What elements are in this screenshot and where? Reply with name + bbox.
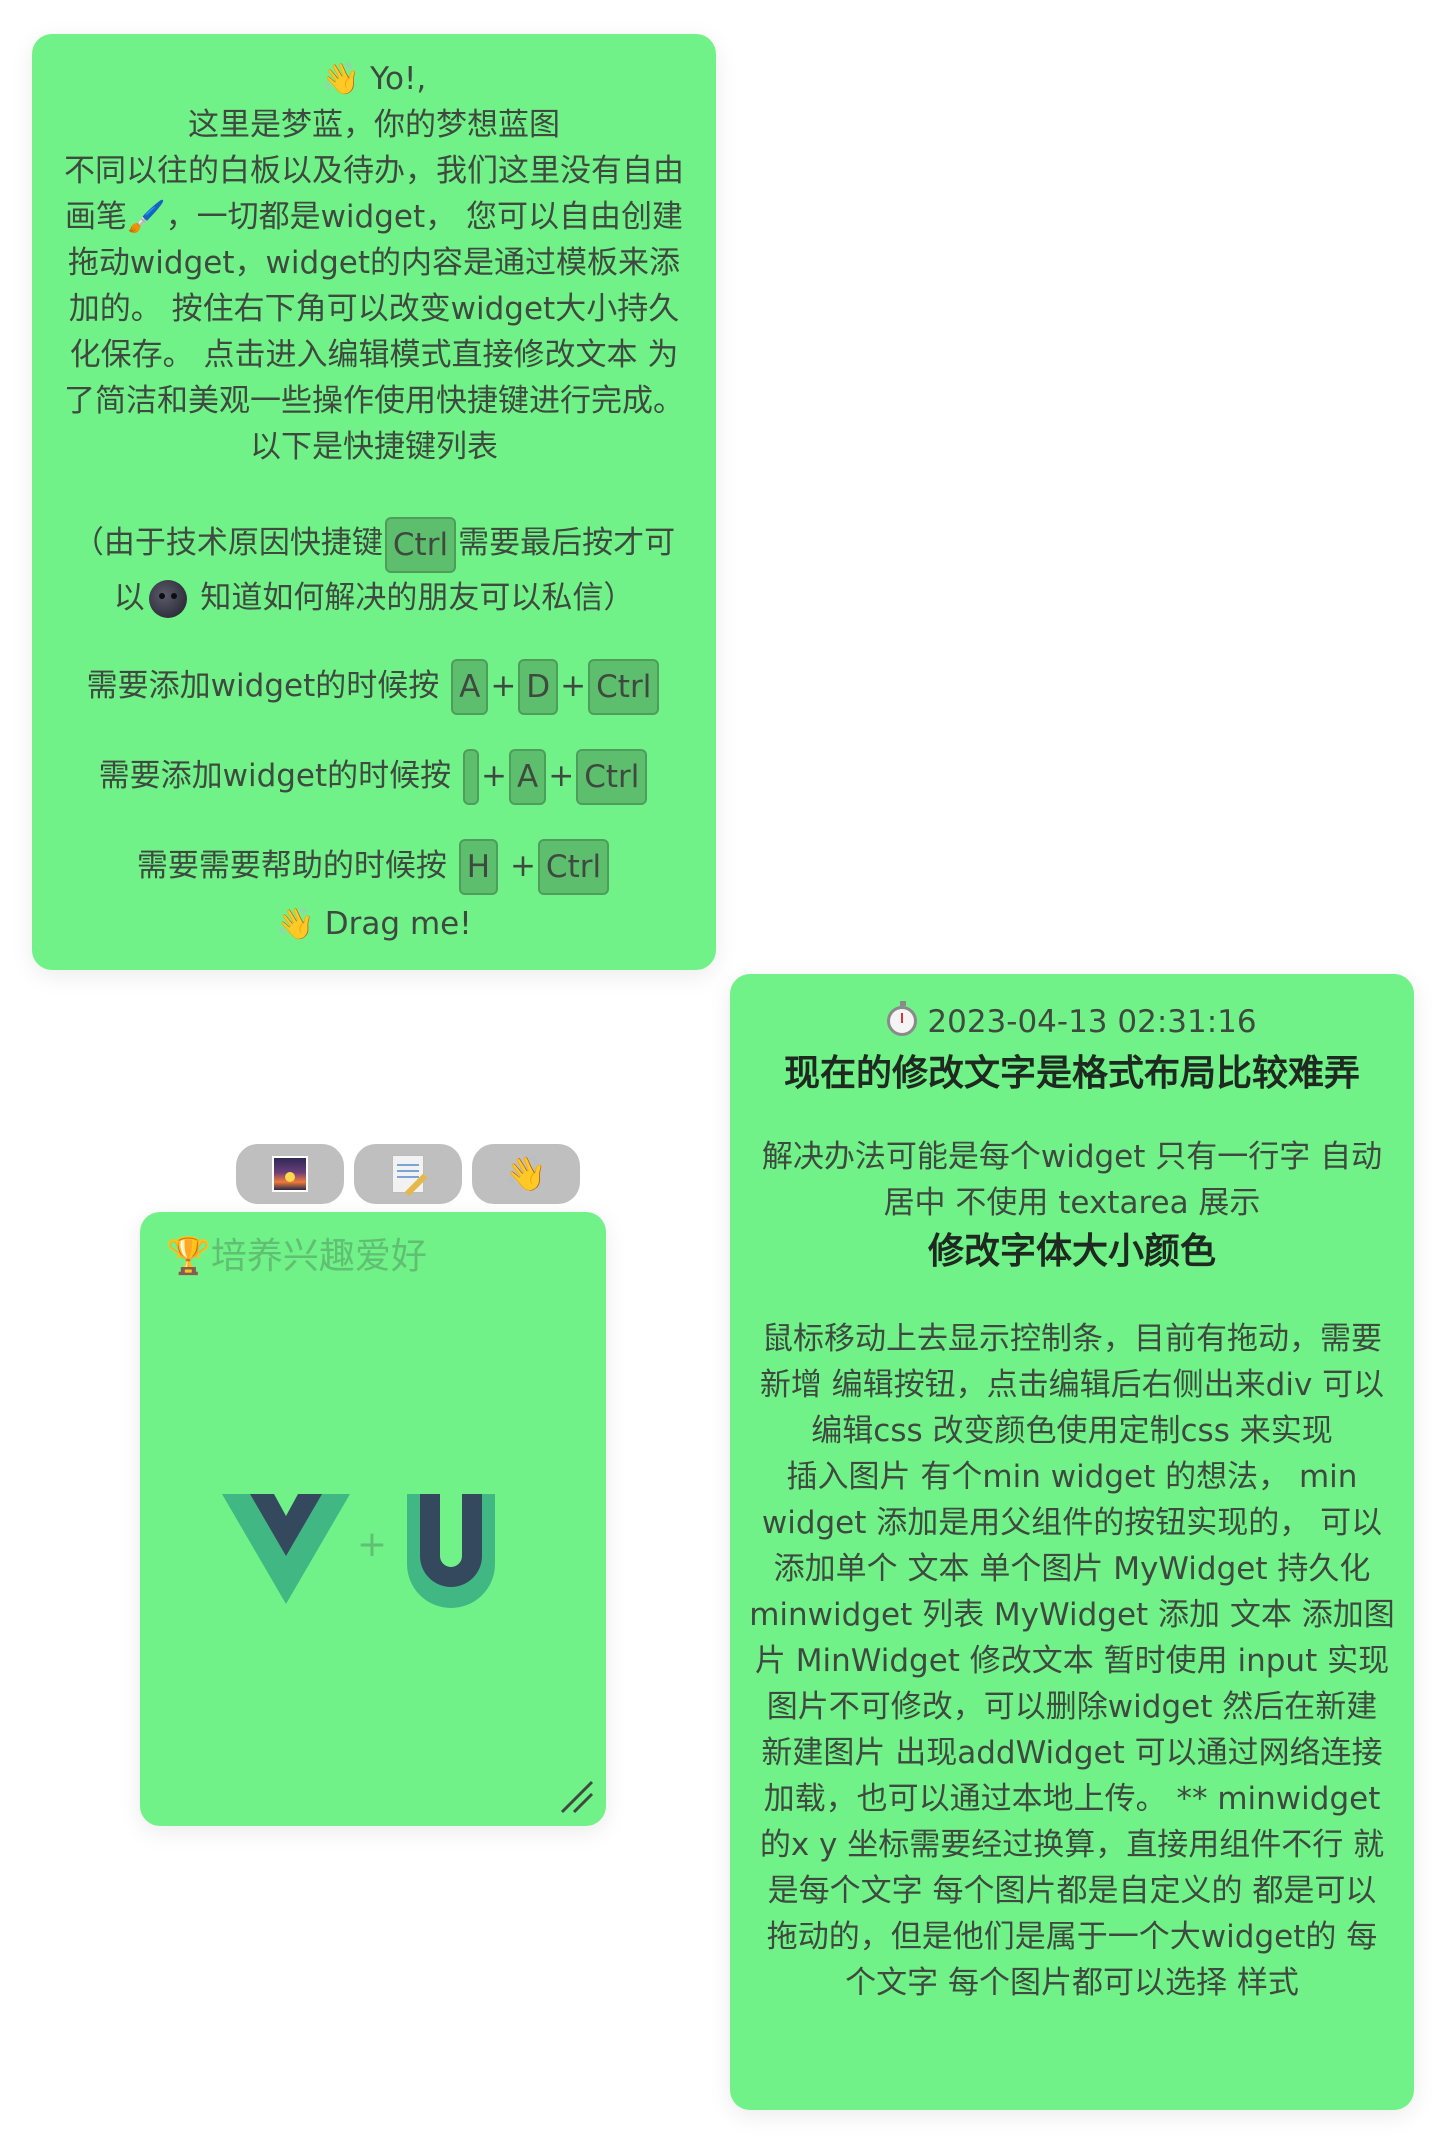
image-icon bbox=[272, 1156, 308, 1192]
intro-widget[interactable]: 👋 Yo!, 这里是梦蓝，你的梦想蓝图 不同以往的白板以及待办，我们这里没有自由… bbox=[32, 34, 716, 970]
notes-line: 图片不可修改，可以删除widget 然后在新建 bbox=[766, 1689, 1378, 1725]
edit-button[interactable] bbox=[354, 1144, 462, 1204]
add-image-button[interactable] bbox=[236, 1144, 344, 1204]
notes-line: 鼠标移动上去显示控制条，目前有拖动，需要 bbox=[762, 1321, 1382, 1357]
key-a: A bbox=[509, 749, 547, 805]
notes-line: 编辑css 改变颜色使用定制css 来实现 bbox=[811, 1413, 1333, 1449]
intro-line: 画笔🖌️，一切都是widget， 您可以自由创建 bbox=[64, 199, 683, 235]
shortcut-row: 需要添加widget的时候按 + A + Ctrl bbox=[50, 731, 698, 821]
greeting-text: 👋 Yo!, bbox=[321, 61, 427, 97]
intro-line: 拖动widget，widget的内容是通过模板来添 bbox=[67, 245, 681, 281]
new-moon-face-icon bbox=[148, 580, 187, 618]
notes-paragraph: 鼠标移动上去显示控制条，目前有拖动，需要 新增 编辑按钮，点击编辑后右侧出来di… bbox=[748, 1316, 1396, 2006]
notes-line: 新增 编辑按钮，点击编辑后右侧出来div 可以 bbox=[759, 1367, 1385, 1403]
notes-line: 添加单个 文本 单个图片 MyWidget 持久化 bbox=[773, 1551, 1371, 1587]
shortcut-label: 需要添加widget的时候按 bbox=[86, 667, 440, 704]
key-blank bbox=[463, 749, 480, 805]
notes-heading: 现在的修改文字是格式布局比较难弄 bbox=[783, 1052, 1360, 1094]
logo-plus: + bbox=[357, 1524, 387, 1565]
shortcut-row: 需要需要帮助的时候按 H + Ctrl bbox=[50, 821, 698, 911]
key-d: D bbox=[518, 659, 559, 715]
notes-line: 居中 不使用 textarea 展示 bbox=[883, 1185, 1261, 1221]
waving-hand-icon: 👋 bbox=[504, 1154, 548, 1194]
note-text: 以 bbox=[113, 579, 145, 616]
notes-line: 片 MinWidget 修改文本 暂时使用 input 实现 bbox=[754, 1643, 1390, 1679]
shortcut-label: 需要需要帮助的时候按 bbox=[136, 847, 447, 884]
notes-line: minwidget 列表 MyWidget 添加 文本 添加图 bbox=[749, 1597, 1395, 1633]
uno-logo-inner bbox=[420, 1494, 482, 1587]
intro-line: 化保存。 点击进入编辑模式直接修改文本 为 bbox=[69, 337, 679, 373]
shortcut-label: 需要添加widget的时候按 bbox=[98, 757, 452, 794]
shortcut-note-line2: 以 知道如何解决的朋友可以私信） bbox=[50, 573, 698, 623]
memo-icon bbox=[392, 1155, 424, 1193]
timestamp-text: 2023-04-13 02:31:16 bbox=[927, 1004, 1257, 1040]
notes-line: 的x y 坐标需要经过换算，直接用组件不行 就 bbox=[759, 1827, 1385, 1863]
notes-line: widget 添加是用父组件的按钮实现的， 可以 bbox=[761, 1505, 1383, 1541]
notes-line: 拖动的，但是他们是属于一个大widget的 每 bbox=[766, 1919, 1378, 1955]
intro-line: 以下是快捷键列表 bbox=[250, 429, 498, 465]
intro-line: 这里是梦蓝，你的梦想蓝图 bbox=[188, 107, 560, 143]
widget-toolbar: 👋 bbox=[236, 1144, 582, 1204]
note-text: （由于技术原因快捷键 bbox=[72, 525, 383, 561]
key-ctrl: Ctrl bbox=[588, 659, 660, 715]
notes-line: 插入图片 有个min widget 的想法， min bbox=[786, 1459, 1358, 1495]
notes-widget[interactable]: 2023-04-13 02:31:16 现在的修改文字是格式布局比较难弄 解决办… bbox=[730, 974, 1414, 2110]
plus-sign: + bbox=[548, 757, 575, 794]
notes-heading: 修改字体大小颜色 bbox=[927, 1230, 1216, 1272]
notes-line: 新建图片 出现addWidget 可以通过网络连接 bbox=[761, 1735, 1383, 1771]
plus-sign: + bbox=[490, 667, 517, 704]
notes-paragraph: 解决办法可能是每个widget 只有一行字 自动 居中 不使用 textarea… bbox=[748, 1134, 1396, 1226]
hobby-widget[interactable]: 🏆培养兴趣爱好 + bbox=[140, 1212, 606, 1826]
key-ctrl: Ctrl bbox=[537, 839, 610, 895]
plus-sign: + bbox=[560, 667, 587, 704]
notes-line: 个文字 每个图片都可以选择 样式 bbox=[845, 1965, 1299, 2001]
stopwatch-icon bbox=[887, 1001, 918, 1036]
notes-line: 是每个文字 每个图片都是自定义的 都是可以 bbox=[767, 1873, 1377, 1909]
plus-sign: + bbox=[481, 757, 508, 794]
drag-button[interactable]: 👋 bbox=[472, 1144, 580, 1204]
ctrl-key: Ctrl bbox=[384, 516, 457, 573]
intro-line: 加的。 按住右下角可以改变widget大小持久 bbox=[68, 291, 680, 327]
notes-line: 解决办法可能是每个widget 只有一行字 自动 bbox=[761, 1139, 1383, 1175]
key-h: H bbox=[458, 839, 499, 895]
notes-line: 加载，也可以通过本地上传。 ** minwidget bbox=[763, 1781, 1381, 1817]
resize-handle[interactable] bbox=[558, 1778, 594, 1814]
intro-line: 不同以往的白板以及待办，我们这里没有自由 bbox=[64, 153, 684, 189]
note-text: 需要最后按才可 bbox=[458, 525, 676, 561]
key-a: A bbox=[451, 659, 489, 715]
note-text: 知道如何解决的朋友可以私信） bbox=[190, 579, 635, 616]
key-ctrl: Ctrl bbox=[576, 749, 648, 805]
widget-title[interactable]: 🏆培养兴趣爱好 bbox=[166, 1232, 427, 1282]
shortcut-note: （由于技术原因快捷键 Ctrl 需要最后按才可 bbox=[50, 514, 698, 573]
vue-unocss-logo: + bbox=[222, 1494, 495, 1608]
shortcut-row: 需要添加widget的时候按 A + D + Ctrl bbox=[50, 641, 698, 731]
plus-sign: + bbox=[509, 847, 536, 884]
intro-line: 了简洁和美观一些操作使用快捷键进行完成。 bbox=[64, 383, 684, 419]
timestamp-row: 2023-04-13 02:31:16 bbox=[748, 996, 1396, 1048]
trophy-icon: 🏆 bbox=[166, 1236, 211, 1277]
widget-title-text: 培养兴趣爱好 bbox=[210, 1236, 427, 1277]
